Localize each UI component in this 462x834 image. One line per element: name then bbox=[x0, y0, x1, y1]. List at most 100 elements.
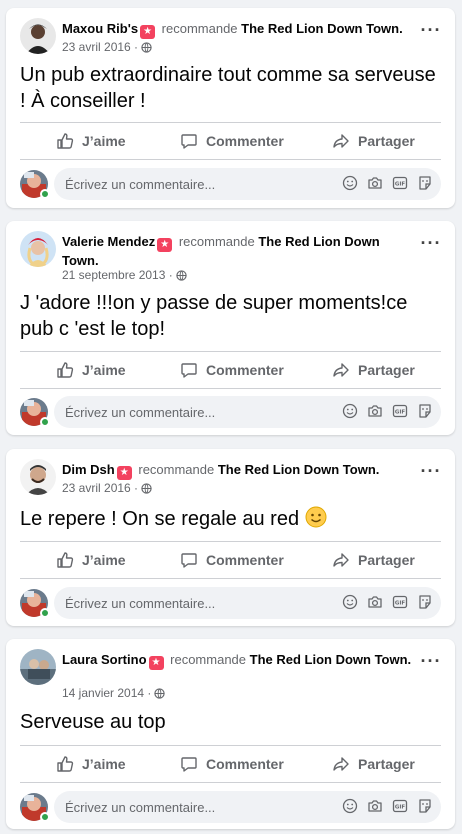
comment-button[interactable]: Commenter bbox=[180, 747, 284, 781]
divider bbox=[20, 745, 441, 746]
svg-text:GIF: GIF bbox=[395, 601, 406, 607]
recommend-verb: recommande bbox=[170, 652, 247, 667]
review-text: Le repere ! On se regale au red bbox=[20, 508, 300, 530]
review-text: Serveuse au top bbox=[20, 711, 166, 733]
gif-icon[interactable]: GIF bbox=[392, 175, 408, 191]
slightly-smiling-face-icon bbox=[305, 506, 327, 535]
share-button[interactable]: Partager bbox=[332, 543, 415, 577]
author-name[interactable]: Valerie Mendez bbox=[62, 234, 155, 249]
camera-icon[interactable] bbox=[367, 798, 383, 814]
gif-icon[interactable]: GIF bbox=[392, 403, 408, 419]
more-horizontal-icon[interactable]: ··· bbox=[419, 21, 443, 44]
comment-tools: GIF bbox=[342, 175, 433, 191]
comment-input[interactable]: Écrivez un commentaire... GIF bbox=[54, 396, 441, 428]
review-date[interactable]: 23 avril 2016 bbox=[62, 481, 131, 495]
review-meta: 23 avril 2016 · bbox=[62, 481, 152, 498]
thumbs-up-icon bbox=[57, 552, 74, 568]
review-body: Le repere ! On se regale au red bbox=[20, 506, 441, 535]
thumbs-up-icon bbox=[57, 362, 74, 378]
comment-label: Commenter bbox=[206, 362, 284, 378]
divider bbox=[20, 388, 441, 389]
sticker-icon[interactable] bbox=[417, 798, 433, 814]
comment-input[interactable]: Écrivez un commentaire... GIF bbox=[54, 168, 441, 200]
avatar[interactable] bbox=[20, 231, 56, 267]
recommend-verb: recommande bbox=[138, 462, 215, 477]
action-bar: J’aime Commenter Partager bbox=[20, 543, 441, 577]
share-button[interactable]: Partager bbox=[332, 747, 415, 781]
current-user-avatar[interactable] bbox=[20, 589, 50, 618]
comment-input[interactable]: Écrivez un commentaire... GIF bbox=[54, 791, 441, 823]
author-name[interactable]: Maxou Rib's bbox=[62, 21, 138, 36]
like-button[interactable]: J’aime bbox=[56, 124, 126, 158]
comment-placeholder: Écrivez un commentaire... bbox=[65, 800, 216, 815]
recommend-star-badge: ★ bbox=[148, 656, 164, 670]
smiley-icon[interactable] bbox=[342, 798, 358, 814]
sticker-icon[interactable] bbox=[417, 175, 433, 191]
comment-composer: Écrivez un commentaire... GIF bbox=[20, 168, 441, 200]
share-button[interactable]: Partager bbox=[332, 124, 415, 158]
thumbs-up-icon bbox=[57, 756, 74, 772]
action-bar: J’aime Commenter Partager bbox=[20, 124, 441, 158]
page-name-link[interactable]: The Red Lion Down Town. bbox=[250, 652, 412, 667]
smiley-icon[interactable] bbox=[342, 175, 358, 191]
share-arrow-icon bbox=[333, 553, 349, 567]
like-button[interactable]: J’aime bbox=[56, 353, 126, 387]
page-name-link[interactable]: The Red Lion Down Town. bbox=[218, 462, 380, 477]
speech-bubble-icon bbox=[181, 553, 197, 568]
comment-button[interactable]: Commenter bbox=[180, 124, 284, 158]
speech-bubble-icon bbox=[181, 363, 197, 378]
comment-composer: Écrivez un commentaire... GIF bbox=[20, 396, 441, 428]
smiley-icon[interactable] bbox=[342, 403, 358, 419]
comment-placeholder: Écrivez un commentaire... bbox=[65, 596, 216, 611]
comment-button[interactable]: Commenter bbox=[180, 543, 284, 577]
author-name[interactable]: Laura Sortino bbox=[62, 652, 147, 667]
comment-button[interactable]: Commenter bbox=[180, 353, 284, 387]
review-date[interactable]: 23 avril 2016 bbox=[62, 40, 131, 54]
avatar[interactable] bbox=[20, 649, 56, 685]
avatar[interactable] bbox=[20, 459, 56, 495]
review-headline: Maxou Rib's ★ recommande The Red Lion Dow… bbox=[62, 20, 415, 39]
current-user-avatar[interactable] bbox=[20, 398, 50, 427]
comment-placeholder: Écrivez un commentaire... bbox=[65, 405, 216, 420]
globe-icon bbox=[141, 483, 152, 498]
speech-bubble-icon bbox=[181, 134, 197, 149]
recommend-verb: recommande bbox=[178, 234, 255, 249]
like-button[interactable]: J’aime bbox=[56, 747, 126, 781]
smiley-icon[interactable] bbox=[342, 594, 358, 610]
share-button[interactable]: Partager bbox=[332, 353, 415, 387]
like-button[interactable]: J’aime bbox=[56, 543, 126, 577]
review-date[interactable]: 21 septembre 2013 bbox=[62, 268, 165, 282]
recommend-verb: recommande bbox=[161, 21, 238, 36]
like-label: J’aime bbox=[82, 756, 126, 772]
avatar[interactable] bbox=[20, 18, 56, 54]
camera-icon[interactable] bbox=[367, 594, 383, 610]
globe-icon bbox=[154, 688, 166, 703]
gif-icon[interactable]: GIF bbox=[392, 798, 408, 814]
author-name[interactable]: Dim Dsh bbox=[62, 462, 115, 477]
camera-icon[interactable] bbox=[367, 403, 383, 419]
comment-label: Commenter bbox=[206, 756, 284, 772]
comment-tools: GIF bbox=[342, 798, 433, 814]
review-card: Dim Dsh ★ recommande The Red Lion Down To… bbox=[6, 449, 455, 626]
more-horizontal-icon[interactable]: ··· bbox=[419, 234, 443, 257]
more-horizontal-icon[interactable]: ··· bbox=[419, 462, 443, 485]
gif-icon[interactable]: GIF bbox=[392, 594, 408, 610]
sticker-icon[interactable] bbox=[417, 594, 433, 610]
comment-input[interactable]: Écrivez un commentaire... GIF bbox=[54, 587, 441, 619]
comment-composer: Écrivez un commentaire... GIF bbox=[20, 587, 441, 619]
more-horizontal-icon[interactable]: ··· bbox=[419, 652, 443, 675]
current-user-avatar[interactable] bbox=[20, 793, 50, 822]
camera-icon[interactable] bbox=[367, 175, 383, 191]
comment-tools: GIF bbox=[342, 403, 433, 419]
speech-bubble-icon bbox=[181, 757, 197, 772]
review-card: Valerie Mendez ★ recommande The Red Lion … bbox=[6, 221, 455, 435]
online-status-dot bbox=[40, 812, 50, 822]
sticker-icon[interactable] bbox=[417, 403, 433, 419]
action-bar: J’aime Commenter Partager bbox=[20, 353, 441, 387]
divider bbox=[20, 159, 441, 160]
current-user-avatar[interactable] bbox=[20, 170, 50, 199]
review-date[interactable]: 14 janvier 2014 bbox=[62, 686, 144, 700]
page-name-link[interactable]: The Red Lion Down Town. bbox=[241, 21, 403, 36]
review-meta: 14 janvier 2014 · bbox=[62, 686, 166, 703]
review-card: Maxou Rib's ★ recommande The Red Lion Dow… bbox=[6, 8, 455, 208]
